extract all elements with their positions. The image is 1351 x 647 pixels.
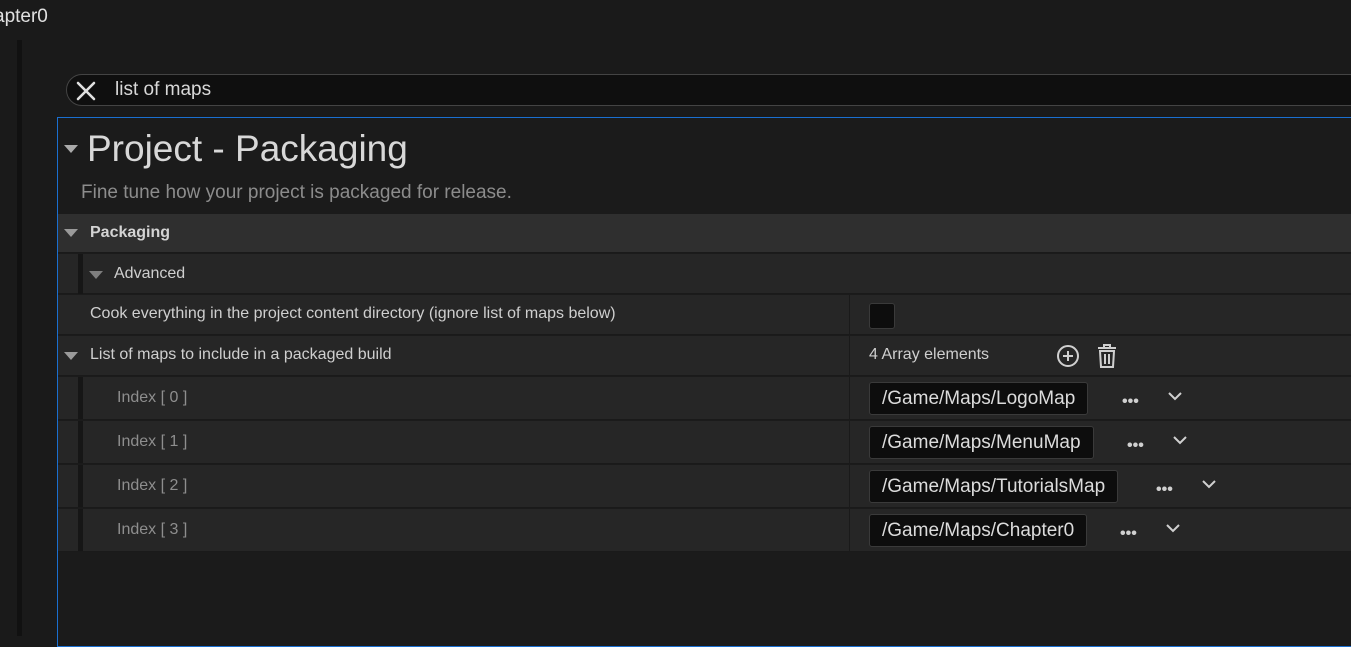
column-splitter[interactable] — [849, 465, 850, 507]
array-index-label: Index [ 3 ] — [117, 521, 188, 538]
settings-panel: Project - Packaging Fine tune how your p… — [57, 117, 1351, 647]
search-input[interactable] — [115, 76, 1315, 104]
array-element-row: Index [ 1 ] /Game/Maps/MenuMap ••• — [58, 421, 1351, 464]
indent-bar — [78, 377, 83, 419]
indent-bar — [78, 465, 83, 507]
section-collapse-arrow[interactable] — [64, 145, 78, 153]
array-index-label: Index [ 2 ] — [117, 477, 188, 494]
left-divider — [17, 40, 22, 636]
indent-bar — [78, 421, 83, 463]
indent-bar — [78, 254, 83, 294]
subcategory-advanced[interactable]: Advanced — [58, 254, 1351, 294]
expand-arrow-icon[interactable] — [89, 271, 103, 279]
ellipsis-icon[interactable]: ••• — [1156, 482, 1173, 498]
window-title-fragment: apter0 — [0, 6, 48, 27]
asset-path-field[interactable]: /Game/Maps/TutorialsMap — [869, 470, 1119, 503]
section-subtitle: Fine tune how your project is packaged f… — [81, 182, 512, 203]
indent-bar — [78, 509, 83, 551]
column-splitter[interactable] — [849, 509, 850, 551]
chevron-down-icon[interactable] — [1173, 435, 1187, 445]
column-splitter[interactable] — [849, 336, 850, 375]
column-splitter[interactable] — [849, 377, 850, 419]
chevron-down-icon[interactable] — [1166, 523, 1180, 533]
category-label: Packaging — [90, 224, 171, 241]
ellipsis-icon[interactable]: ••• — [1127, 438, 1144, 454]
chevron-down-icon[interactable] — [1202, 479, 1216, 489]
expand-arrow-icon[interactable] — [64, 229, 78, 237]
array-element-row: Index [ 2 ] /Game/Maps/TutorialsMap ••• — [58, 465, 1351, 508]
trash-icon[interactable] — [1096, 343, 1118, 369]
section-title: Project - Packaging — [87, 128, 408, 169]
property-maps-list: List of maps to include in a packaged bu… — [58, 336, 1351, 376]
search-bar — [66, 74, 1351, 106]
asset-path-field[interactable]: /Game/Maps/LogoMap — [869, 382, 1089, 415]
category-packaging[interactable]: Packaging — [58, 214, 1351, 253]
add-circle-icon[interactable] — [1056, 344, 1080, 368]
ellipsis-icon[interactable]: ••• — [1122, 394, 1139, 410]
cook-everything-checkbox[interactable] — [869, 303, 895, 329]
column-splitter[interactable] — [849, 421, 850, 463]
property-label: List of maps to include in a packaged bu… — [90, 346, 392, 363]
property-cook-everything: Cook everything in the project content d… — [58, 295, 1351, 335]
asset-path-field[interactable]: /Game/Maps/MenuMap — [869, 426, 1094, 459]
array-index-label: Index [ 1 ] — [117, 433, 188, 450]
close-icon[interactable] — [75, 80, 97, 102]
property-label: Cook everything in the project content d… — [90, 305, 616, 322]
array-element-row: Index [ 0 ] /Game/Maps/LogoMap ••• — [58, 377, 1351, 420]
column-splitter[interactable] — [849, 295, 850, 334]
array-index-label: Index [ 0 ] — [117, 389, 188, 406]
array-count: 4 Array elements — [869, 346, 990, 363]
array-element-row: Index [ 3 ] /Game/Maps/Chapter0 ••• — [58, 509, 1351, 552]
asset-path-field[interactable]: /Game/Maps/Chapter0 — [869, 514, 1088, 547]
chevron-down-icon[interactable] — [1168, 391, 1182, 401]
expand-arrow-icon[interactable] — [64, 352, 78, 360]
ellipsis-icon[interactable]: ••• — [1120, 526, 1137, 542]
subcategory-label: Advanced — [114, 265, 186, 282]
